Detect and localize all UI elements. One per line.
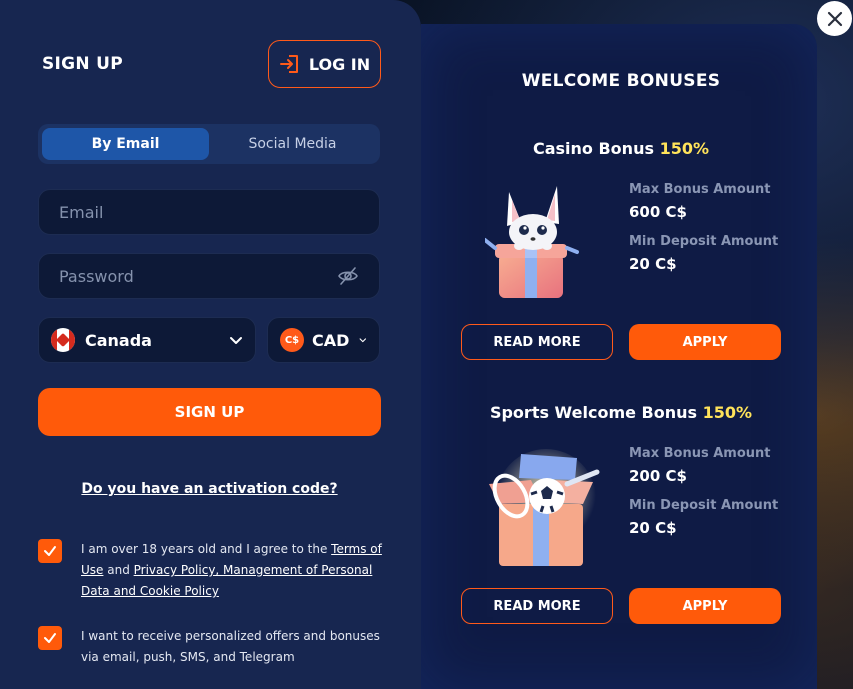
min-deposit-label: Min Deposit Amount [629, 234, 779, 249]
fox-gift-illustration [485, 186, 579, 298]
chevron-down-icon [359, 338, 367, 343]
max-bonus-value: 600 C$ [629, 203, 687, 221]
casino-bonus-title: Casino Bonus 150% [421, 139, 821, 158]
age-terms-consent: I am over 18 years old and I agree to th… [81, 539, 391, 602]
bonuses-title: WELCOME BONUSES [521, 71, 721, 91]
password-field[interactable] [59, 266, 337, 286]
currency-icon: C$ [280, 328, 304, 352]
min-deposit-value: 20 C$ [629, 255, 677, 273]
max-bonus-label: Max Bonus Amount [629, 446, 771, 461]
close-button[interactable] [817, 1, 852, 36]
close-icon [827, 11, 842, 26]
signup-method-tabs: By Email Social Media [38, 124, 380, 164]
login-button[interactable]: LOG IN [268, 40, 381, 88]
consent-middle: and [103, 563, 134, 577]
country-select[interactable]: Canada [38, 317, 256, 363]
check-icon [44, 633, 56, 643]
currency-select[interactable]: C$ CAD [267, 317, 380, 363]
marketing-consent-text: I want to receive personalized offers an… [81, 629, 380, 664]
max-bonus-value: 200 C$ [629, 467, 687, 485]
marketing-consent-checkbox[interactable] [38, 626, 62, 650]
password-field-wrapper [38, 253, 380, 299]
consent-prefix: I am over 18 years old and I agree to th… [81, 542, 332, 556]
sports-read-more-button[interactable]: READ MORE [461, 588, 613, 624]
tab-by-email[interactable]: By Email [42, 128, 209, 160]
sports-gift-illustration [489, 449, 600, 566]
bonus-percent: 150% [702, 403, 753, 422]
age-terms-checkbox[interactable] [38, 539, 62, 563]
signup-title: SIGN UP [42, 54, 124, 74]
bonus-name: Casino Bonus [532, 139, 654, 158]
max-bonus-label: Max Bonus Amount [629, 182, 771, 197]
chevron-down-icon [230, 337, 242, 344]
activation-code-link[interactable]: Do you have an activation code? [0, 481, 419, 497]
country-value: Canada [85, 330, 152, 350]
signup-panel: SIGN UP LOG IN By Email Social Media Can… [0, 0, 421, 689]
eye-off-icon[interactable] [337, 265, 359, 287]
bonus-name: Sports Welcome Bonus [489, 403, 698, 422]
casino-apply-button[interactable]: APPLY [629, 324, 781, 360]
email-field-wrapper [38, 189, 380, 235]
tab-social-media[interactable]: Social Media [209, 128, 376, 160]
min-deposit-value: 20 C$ [629, 519, 677, 537]
email-field[interactable] [59, 202, 359, 222]
signup-button[interactable]: SIGN UP [38, 388, 381, 436]
casino-read-more-button[interactable]: READ MORE [461, 324, 613, 360]
min-deposit-label: Min Deposit Amount [629, 498, 779, 513]
check-icon [44, 546, 56, 556]
bonus-percent: 150% [659, 139, 709, 158]
sports-bonus-title: Sports Welcome Bonus 150% [421, 403, 821, 422]
currency-value: CAD [312, 330, 350, 350]
bonuses-panel: WELCOME BONUSES Casino Bonus 150% Max Bo… [421, 24, 817, 689]
canada-flag-icon [51, 328, 75, 352]
login-label: LOG IN [308, 54, 371, 74]
login-icon [279, 55, 298, 73]
sports-apply-button[interactable]: APPLY [629, 588, 781, 624]
